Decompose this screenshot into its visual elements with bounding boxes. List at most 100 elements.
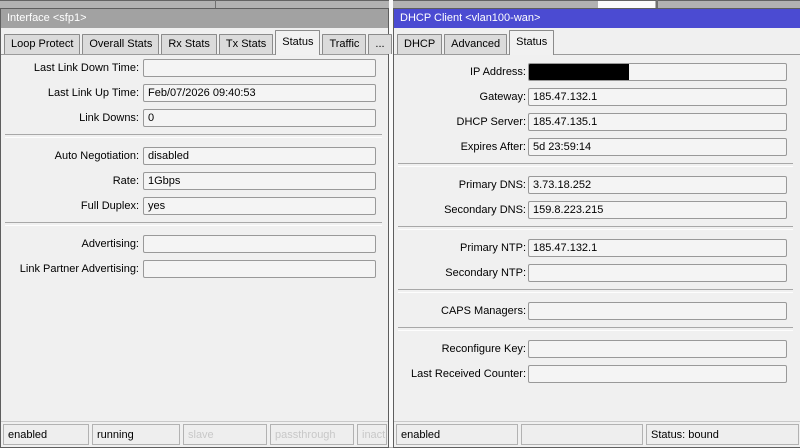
interface-statusbar: enabled running slave passthrough inact [1,421,388,447]
tab-traffic[interactable]: Traffic [322,34,367,54]
field-value: 3.73.18.252 [533,179,592,191]
field-row-secondary-dns: Secondary DNS: 159.8.223.215 [402,201,787,219]
field-value-box[interactable]: 1Gbps [143,172,376,190]
field-value-box[interactable] [528,365,787,383]
desktop: Interface <sfp1> Loop Protect Overall Sta… [0,0,800,448]
field-label: DHCP Server: [456,116,526,128]
field-value-box[interactable]: 3.73.18.252 [528,176,787,194]
field-value-box[interactable]: 0 [143,109,376,127]
field-value: 5d 23:59:14 [533,141,592,153]
field-row-full-duplex: Full Duplex: yes [9,197,376,215]
field-label: Last Received Counter: [411,368,526,380]
interface-content: Last Link Down Time: Last Link Up Time: Fe… [1,55,388,421]
dhcp-client-content: IP Address: Gateway: 185.47.132.1 DHCP Serv… [394,55,800,421]
field-row-caps-managers: CAPS Managers: [402,302,787,320]
field-row-dhcp-server: DHCP Server: 185.47.135.1 [402,113,787,131]
field-label: Full Duplex: [80,200,139,212]
field-row-secondary-ntp: Secondary NTP: [402,264,787,282]
field-label: Link Partner Advertising: [19,263,139,275]
field-value-box[interactable] [528,302,787,320]
group-separator [398,163,793,167]
interface-tabbar: Loop Protect Overall Stats Rx Stats Tx Stat… [1,28,392,55]
background-window-edge [215,0,216,8]
field-value: 159.8.223.215 [533,204,604,216]
field-label: Secondary NTP: [445,267,526,279]
field-label: Rate: [112,175,139,187]
field-label: Primary DNS: [458,179,526,191]
status-cell-slave: slave [183,424,267,445]
status-cell [521,424,643,445]
dhcp-client-window-titlebar[interactable]: DHCP Client <vlan100-wan> [394,9,800,28]
field-value: 185.47.132.1 [533,242,598,254]
field-label: Advertising: [81,238,139,250]
field-row-ip-address: IP Address: [402,63,787,81]
field-value-box[interactable]: yes [143,197,376,215]
tab-status[interactable]: Status [275,30,321,55]
tab-overflow[interactable]: ... [368,34,392,54]
field-label: Gateway: [479,91,526,103]
interface-window-titlebar[interactable]: Interface <sfp1> [1,9,388,28]
field-row-advertising: Advertising: [9,235,376,253]
dhcp-client-window: DHCP Client <vlan100-wan> DHCP Advanced St… [393,8,800,448]
field-row-rate: Rate: 1Gbps [9,172,376,190]
interface-window-title: Interface <sfp1> [7,12,87,24]
status-cell-passthrough: passthrough [270,424,354,445]
field-label: Auto Negotiation: [54,150,139,162]
status-cell-inact: inact [357,424,387,445]
field-value-box[interactable] [528,264,787,282]
dhcp-client-statusbar: enabled Status: bound [394,421,800,447]
field-label: Primary NTP: [460,242,526,254]
field-value-box[interactable]: 5d 23:59:14 [528,138,787,156]
field-row-last-received-counter: Last Received Counter: [402,365,787,383]
field-value: disabled [148,150,189,162]
field-value: 0 [148,112,155,124]
field-value-box[interactable]: 185.47.132.1 [528,239,787,257]
field-value: 1Gbps [148,175,181,187]
field-value-box[interactable] [143,235,376,253]
field-value-box[interactable] [528,63,787,81]
tab-rx-stats[interactable]: Rx Stats [161,34,217,54]
tab-tx-stats[interactable]: Tx Stats [218,34,274,54]
field-value-box[interactable]: 185.47.132.1 [528,88,787,106]
field-label: Link Downs: [79,112,139,124]
group-separator [5,222,382,226]
field-value-box[interactable] [143,59,376,77]
background-window-fragment [598,1,655,8]
field-label: Reconfigure Key: [441,343,526,355]
field-row-primary-ntp: Primary NTP: 185.47.132.1 [402,239,787,257]
field-value-box[interactable] [528,340,787,358]
tab-status[interactable]: Status [509,30,555,55]
dhcp-client-window-title: DHCP Client <vlan100-wan> [400,12,541,24]
field-value-box[interactable]: disabled [143,147,376,165]
background-window-edge [656,0,658,8]
group-separator [5,134,382,138]
field-value-box[interactable]: 159.8.223.215 [528,201,787,219]
tab-overall-stats[interactable]: Overall Stats [82,34,160,54]
field-label: Last Link Down Time: [33,62,139,74]
field-value-box[interactable] [143,260,376,278]
tab-dhcp[interactable]: DHCP [397,34,443,54]
field-row-last-link-up-time: Last Link Up Time: Feb/07/2026 09:40:53 [9,84,376,102]
field-row-expires-after: Expires After: 5d 23:59:14 [402,138,787,156]
field-value: 185.47.135.1 [533,116,598,128]
field-row-link-downs: Link Downs: 0 [9,109,376,127]
tab-loop-protect[interactable]: Loop Protect [4,34,81,54]
field-row-last-link-down-time: Last Link Down Time: [9,59,376,77]
background-window-edge [0,0,800,1]
redaction-box [529,64,629,80]
group-separator [398,226,793,230]
field-value-box[interactable]: Feb/07/2026 09:40:53 [143,84,376,102]
field-value: Feb/07/2026 09:40:53 [148,87,256,99]
tab-advanced[interactable]: Advanced [444,34,508,54]
field-value-box[interactable]: 185.47.135.1 [528,113,787,131]
status-cell-enabled: enabled [396,424,518,445]
field-row-reconfigure-key: Reconfigure Key: [402,340,787,358]
field-row-primary-dns: Primary DNS: 3.73.18.252 [402,176,787,194]
field-value: yes [148,200,166,212]
interface-window: Interface <sfp1> Loop Protect Overall Sta… [0,8,392,448]
field-label: IP Address: [469,66,526,78]
status-cell-running: running [92,424,180,445]
field-label: CAPS Managers: [441,305,526,317]
field-label: Last Link Up Time: [47,87,139,99]
dhcp-client-tabbar: DHCP Advanced Status [394,28,800,55]
